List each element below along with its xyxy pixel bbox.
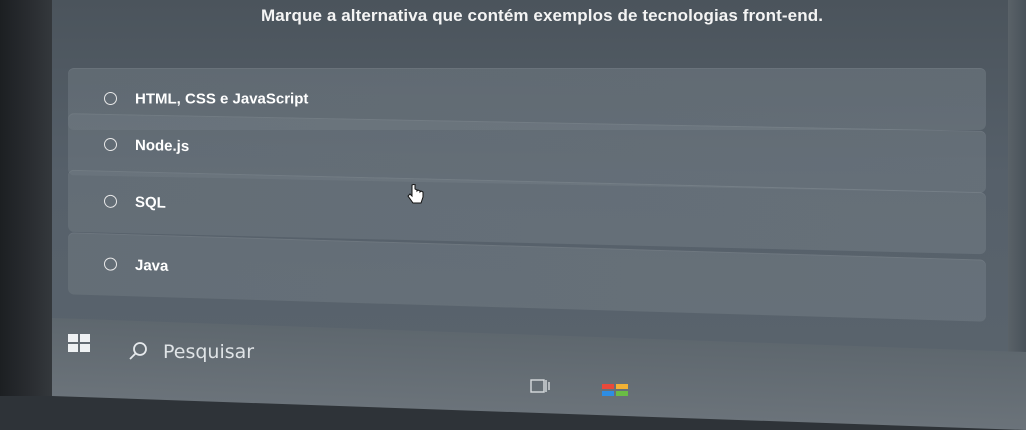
option-label: Java <box>135 256 169 275</box>
windows-start-icon[interactable] <box>68 334 90 352</box>
microsoft-store-icon[interactable] <box>600 380 630 396</box>
search-icon <box>129 342 147 360</box>
hand-cursor-icon <box>407 184 424 204</box>
radio-button[interactable] <box>104 194 117 208</box>
radio-button[interactable] <box>104 137 117 152</box>
question-title: Marque a alternativa que contém exemplos… <box>260 6 824 25</box>
monitor-bezel-right <box>1008 0 1026 396</box>
radio-button[interactable] <box>104 257 117 271</box>
option-label: SQL <box>135 193 166 212</box>
search-placeholder[interactable]: Pesquisar <box>163 341 254 363</box>
radio-button[interactable] <box>104 92 117 105</box>
option-label: Node.js <box>135 136 190 156</box>
option-label: HTML, CSS e JavaScript <box>135 90 309 108</box>
task-view-icon[interactable] <box>530 377 550 395</box>
monitor-bezel-left <box>0 0 52 396</box>
